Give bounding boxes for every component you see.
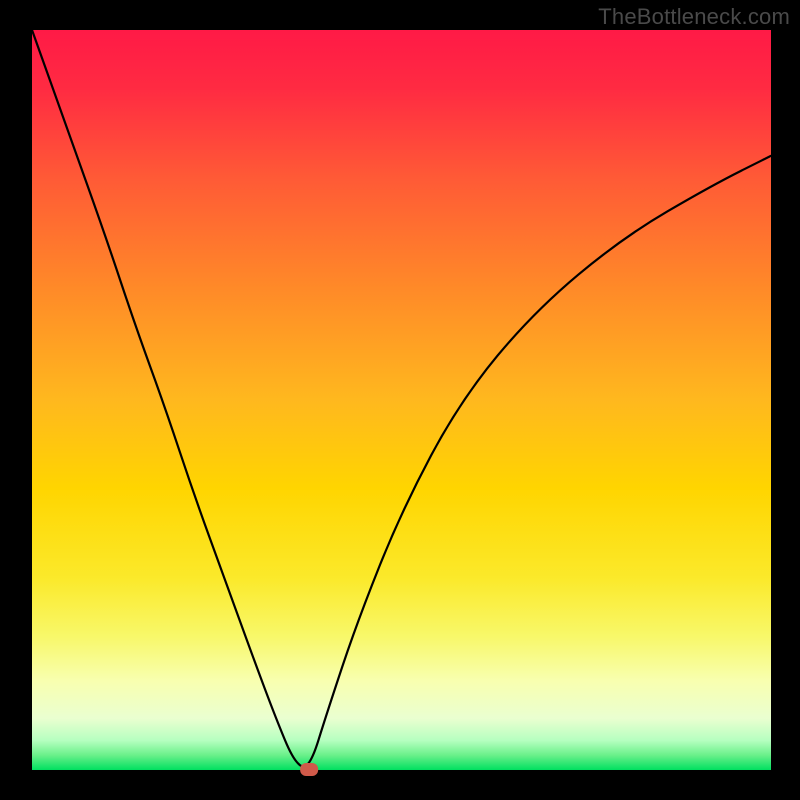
chart-frame: TheBottleneck.com — [0, 0, 800, 800]
chart-svg — [0, 0, 800, 800]
plot-area-bg — [32, 30, 771, 770]
optimal-point-marker — [300, 763, 318, 776]
